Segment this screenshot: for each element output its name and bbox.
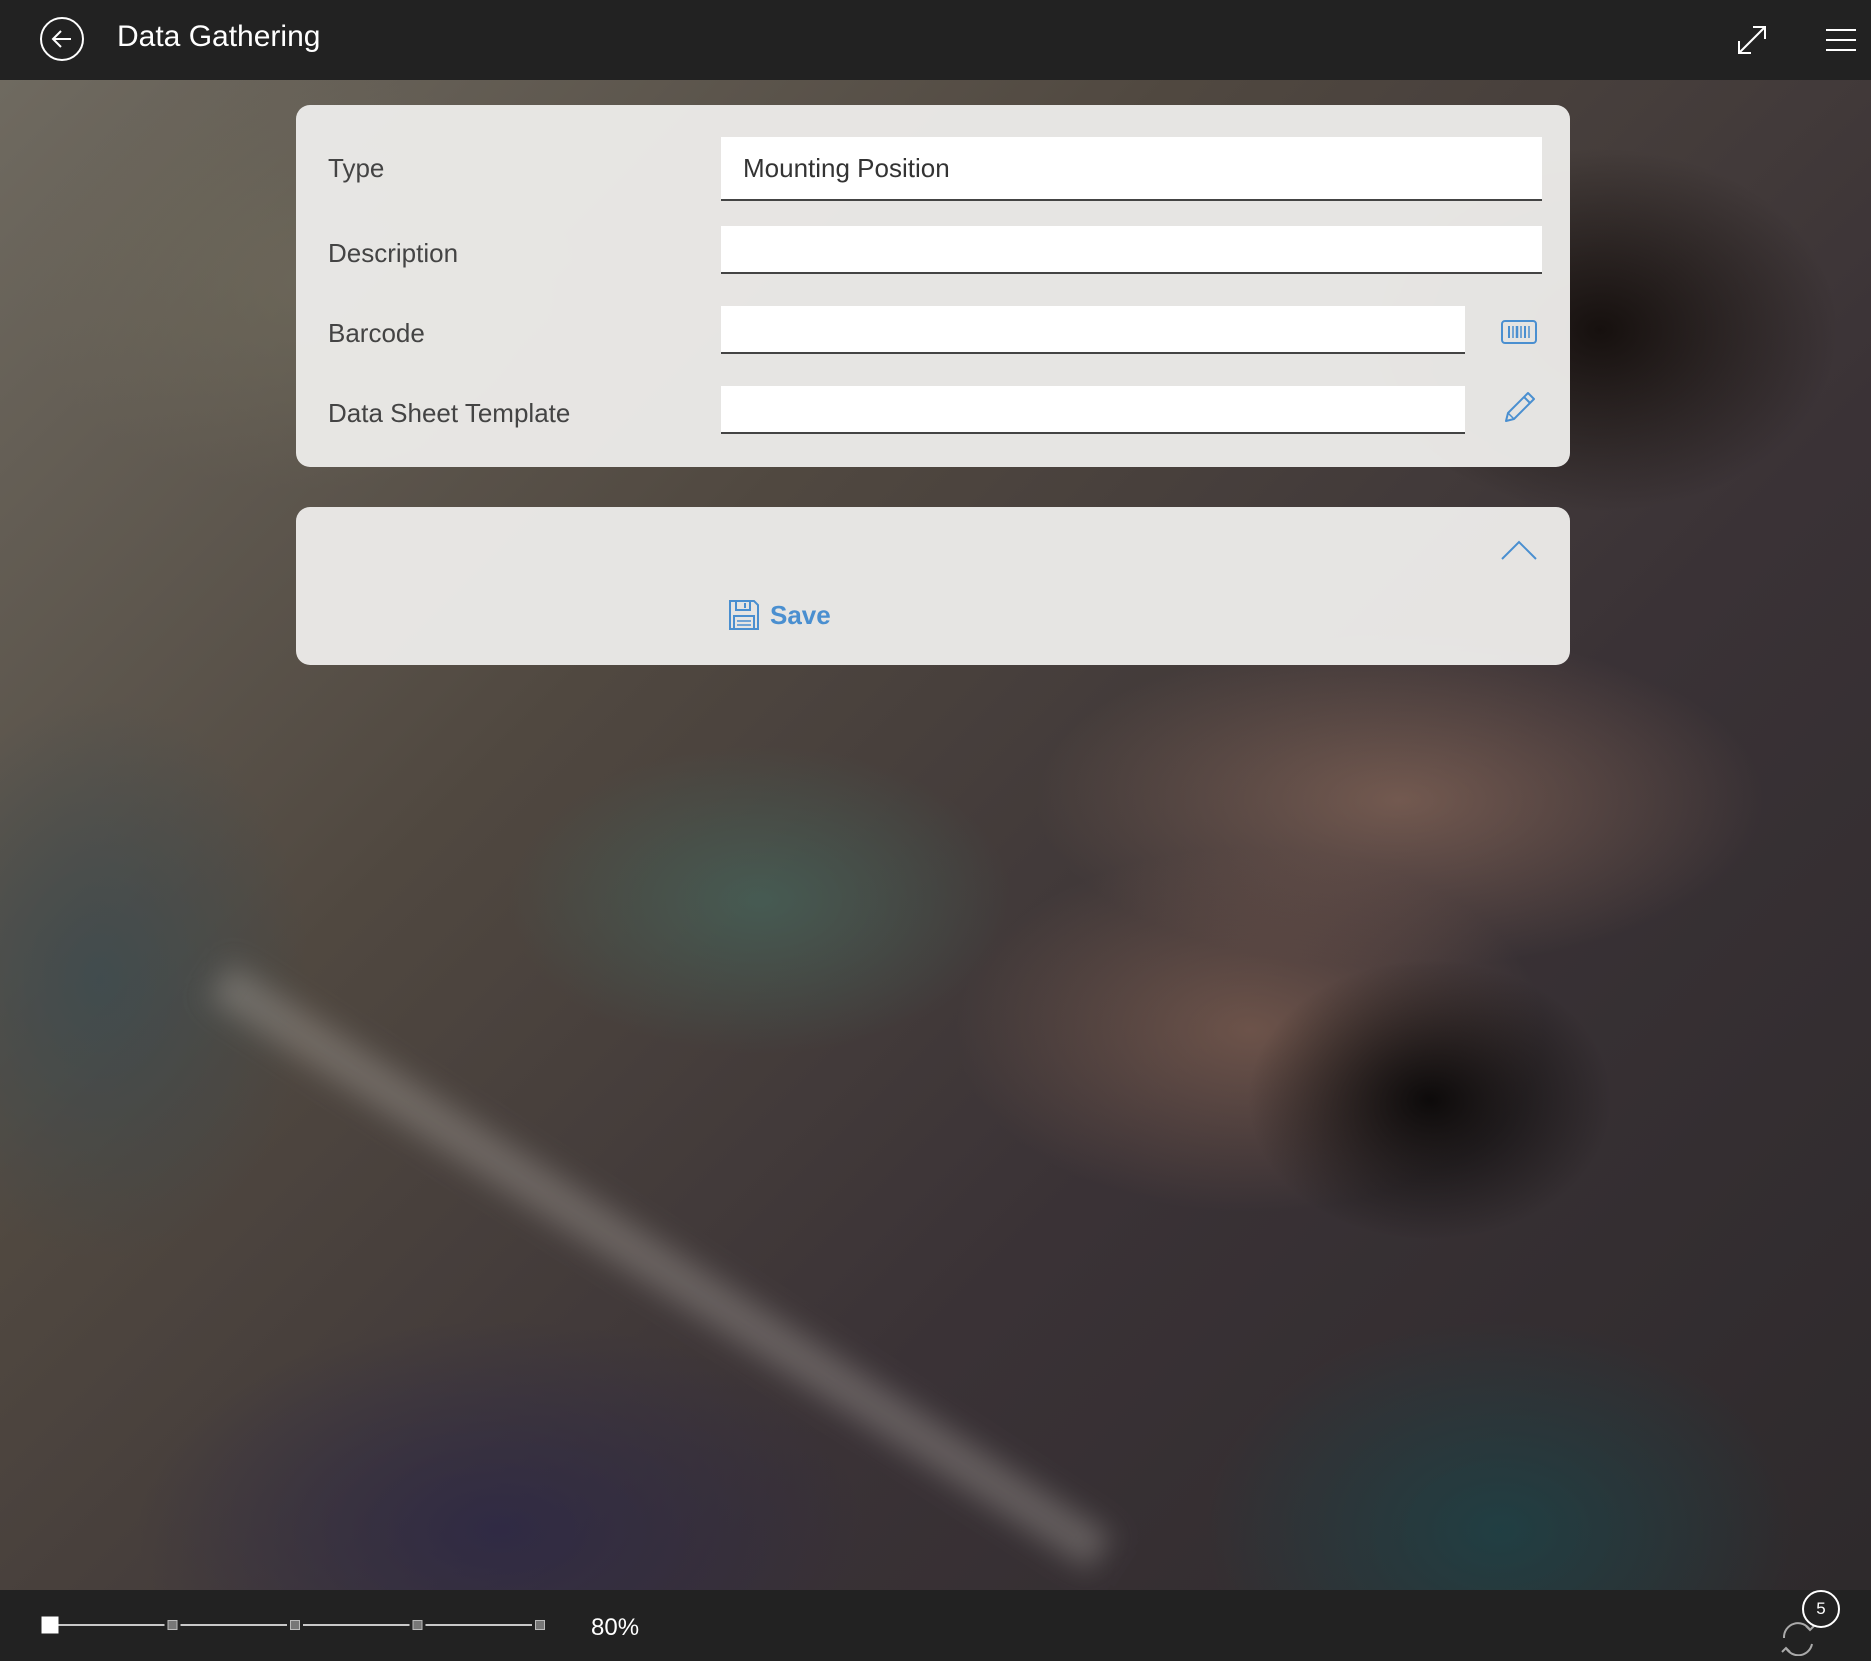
bottom-bar: 80% 5: [0, 1590, 1871, 1661]
page-title: Data Gathering: [117, 20, 321, 53]
chevron-up-icon[interactable]: [1500, 537, 1538, 563]
floppy-disk-icon: [729, 600, 759, 630]
background-streak: [208, 963, 1113, 1571]
save-label: Save: [770, 599, 831, 630]
barcode-label: Barcode: [328, 318, 425, 348]
data-sheet-template-field[interactable]: [721, 386, 1465, 434]
actions-card: Save: [296, 507, 1570, 665]
barcode-scan-icon[interactable]: [1500, 313, 1538, 351]
zoom-step-marker[interactable]: [535, 1620, 545, 1630]
expand-icon[interactable]: [1734, 22, 1770, 58]
zoom-slider-thumb[interactable]: [41, 1616, 59, 1634]
zoom-step-marker[interactable]: [412, 1620, 423, 1630]
data-sheet-template-label: Data Sheet Template: [328, 398, 571, 428]
type-label: Type: [328, 153, 385, 183]
sync-count-badge: 5: [1802, 1590, 1840, 1628]
type-field[interactable]: [721, 137, 1542, 201]
description-field[interactable]: [721, 226, 1542, 274]
form-card: Type Description Barcode Data Sheet Temp…: [296, 105, 1570, 467]
pencil-icon[interactable]: [1500, 389, 1538, 427]
zoom-step-marker[interactable]: [290, 1620, 300, 1630]
zoom-slider[interactable]: [40, 1610, 550, 1640]
back-arrow-icon: [51, 30, 71, 48]
description-label: Description: [328, 238, 459, 268]
save-button[interactable]: Save: [728, 595, 831, 635]
barcode-field[interactable]: [721, 306, 1465, 354]
zoom-step-marker[interactable]: [167, 1620, 178, 1630]
zoom-level-label: 80%: [591, 1614, 640, 1641]
back-button[interactable]: [40, 17, 84, 61]
top-bar: Data Gathering: [0, 0, 1871, 80]
hamburger-menu-icon[interactable]: [1824, 26, 1858, 54]
